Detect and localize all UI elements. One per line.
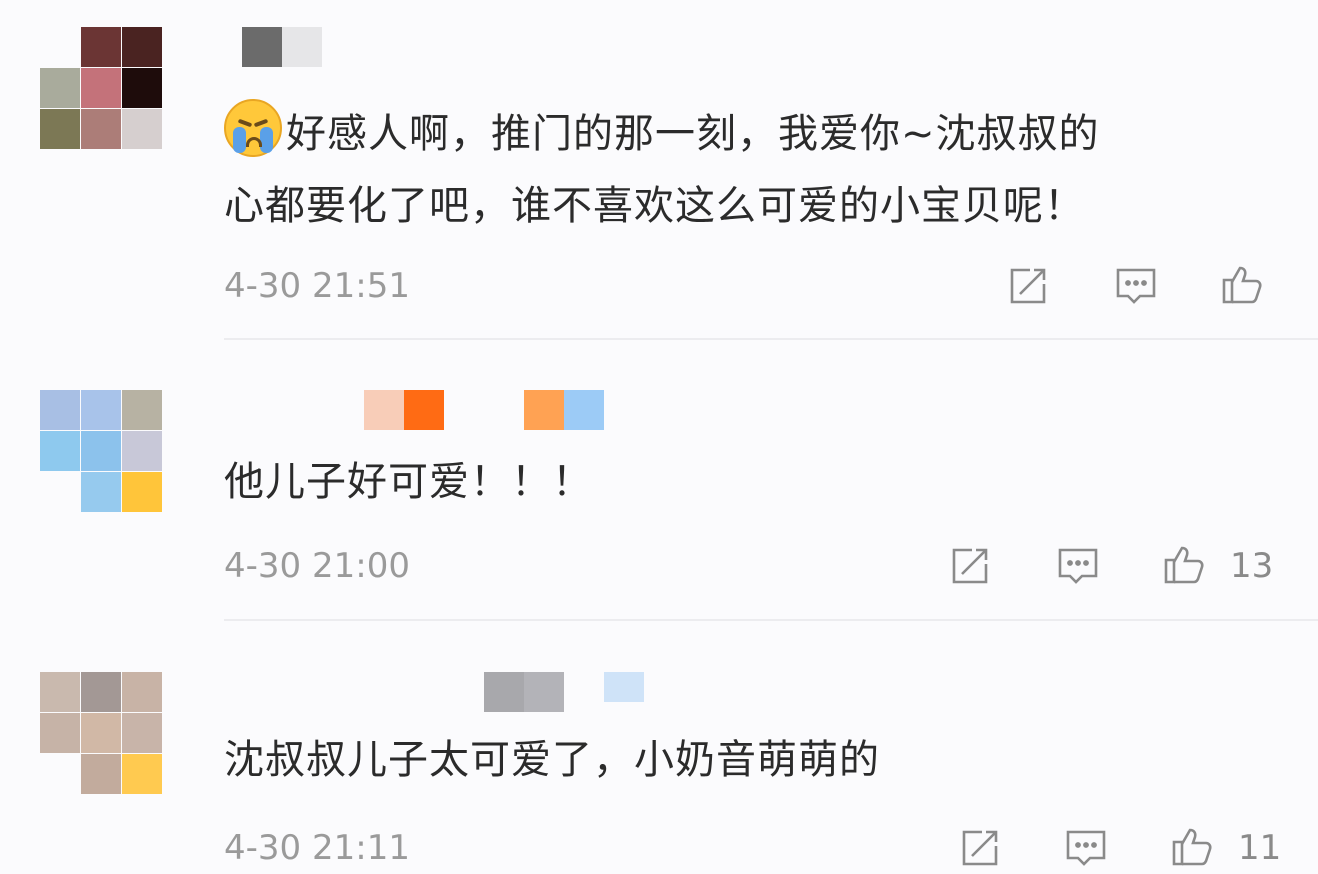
share-icon[interactable] (958, 826, 1002, 870)
thumbs-up-icon[interactable] (1170, 824, 1214, 868)
comment-item: 沈叔叔儿子太可爱了，小奶音萌萌的 4-30 21:11 11 (0, 0, 1318, 874)
avatar[interactable] (40, 672, 162, 794)
reply-icon[interactable] (1064, 826, 1108, 870)
username-blurred[interactable] (484, 672, 564, 714)
like-count: 11 (1238, 828, 1282, 868)
comment-text: 沈叔叔儿子太可爱了，小奶音萌萌的 (224, 737, 880, 783)
user-badge-blurred (604, 672, 644, 714)
comment-time: 4-30 21:11 (224, 828, 410, 868)
